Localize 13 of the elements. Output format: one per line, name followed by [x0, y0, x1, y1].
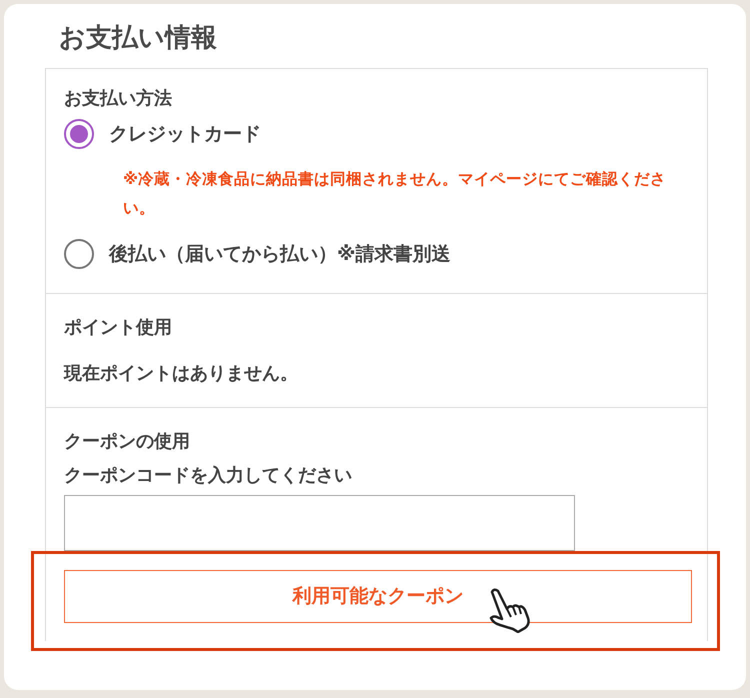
- radio-button[interactable]: [64, 119, 94, 149]
- section-heading: クーポンの使用: [64, 430, 191, 454]
- section-heading: お支払い方法: [64, 87, 173, 111]
- field-label: クーポンコードを入力してください: [64, 464, 353, 488]
- input-field[interactable]: [64, 495, 575, 551]
- radio-button[interactable]: [64, 239, 94, 269]
- option-label[interactable]: クレジットカード: [109, 120, 261, 148]
- hand-cursor-icon: [488, 587, 530, 633]
- points-message: 現在ポイントはありません。: [64, 362, 299, 386]
- section-title: お支払い情報: [59, 22, 218, 54]
- notice-text: ※冷蔵・冷凍食品に納品書は同梱されません。マイページにてご確認ください。: [123, 169, 668, 219]
- section-heading: ポイント使用: [64, 316, 173, 340]
- option-label[interactable]: 後払い（届いてから払い）※請求書別送: [109, 240, 450, 268]
